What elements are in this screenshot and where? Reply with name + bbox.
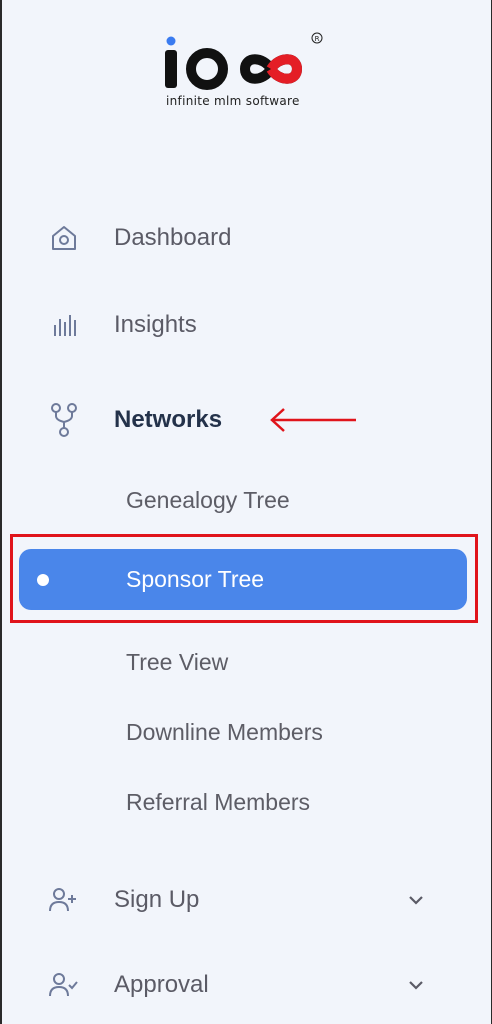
sidebar-item-label: Insights [114, 311, 197, 338]
sidebar-item-networks[interactable]: Networks [2, 392, 491, 448]
chevron-down-icon[interactable] [406, 975, 426, 995]
submenu-item-referral-members[interactable]: Referral Members [2, 777, 491, 827]
brand-logo[interactable]: R infinite mlm software [157, 28, 327, 118]
annotation-arrow-icon [270, 408, 356, 432]
submenu-item-tree-view[interactable]: Tree View [2, 637, 491, 687]
svg-text:R: R [315, 35, 320, 43]
submenu-item-genealogy-tree[interactable]: Genealogy Tree [2, 475, 491, 525]
sidebar-item-label: Dashboard [114, 224, 232, 251]
user-check-icon [48, 969, 80, 1001]
network-icon [48, 403, 80, 437]
sidebar-item-dashboard[interactable]: Dashboard [2, 210, 491, 266]
sidebar-item-insights[interactable]: Insights [2, 297, 491, 353]
submenu-item-label: Downline Members [126, 718, 323, 745]
logo-tagline: infinite mlm software [166, 94, 300, 108]
sidebar-item-label: Networks [114, 406, 223, 433]
sidebar-item-approval[interactable]: Approval [2, 957, 491, 1013]
submenu-item-label: Referral Members [126, 788, 311, 815]
home-icon [48, 222, 80, 254]
sidebar-item-sign-up[interactable]: Sign Up [2, 872, 491, 928]
submenu-item-downline-members[interactable]: Downline Members [2, 707, 491, 757]
submenu-item-label: Genealogy Tree [126, 486, 290, 513]
annotation-highlight-box [10, 534, 478, 623]
submenu-item-label: Tree View [126, 648, 229, 675]
chevron-down-icon[interactable] [406, 890, 426, 910]
logo-mark-icon: R [165, 32, 323, 90]
user-plus-icon [48, 884, 80, 916]
sidebar-item-label: Approval [114, 971, 209, 998]
sidebar-item-label: Sign Up [114, 886, 200, 913]
sidebar: R infinite mlm software Dashboard Insigh… [2, 0, 491, 1024]
bar-chart-icon [48, 309, 80, 341]
